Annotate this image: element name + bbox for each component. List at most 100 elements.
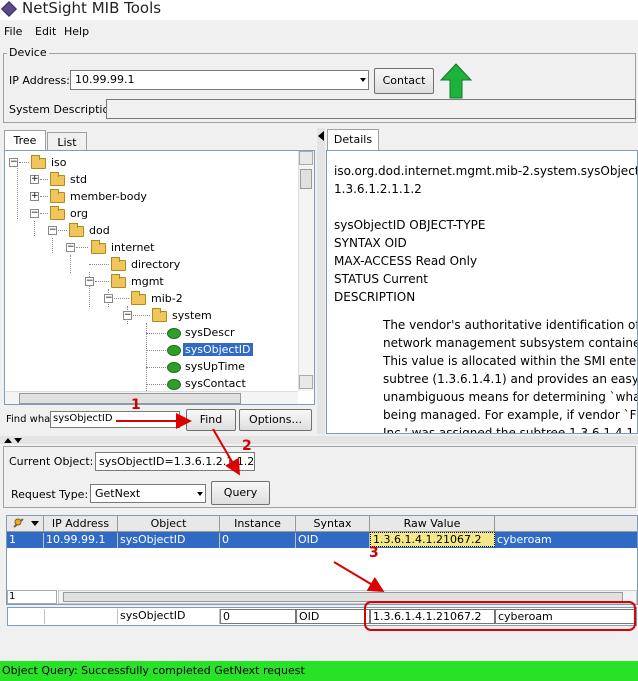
tab-list[interactable]: List — [47, 132, 87, 150]
tree-node-system[interactable]: − system — [5, 308, 305, 325]
tree-node-mgmt[interactable]: − mgmt — [5, 274, 305, 291]
mib-tree[interactable]: − iso + std + member-body − org − dod − … — [4, 150, 315, 405]
folder-icon — [111, 274, 126, 288]
tree-node-member-body[interactable]: + member-body — [5, 189, 305, 206]
column-object[interactable]: Object — [118, 516, 220, 532]
find-what-input[interactable]: sysObjectID — [50, 411, 180, 428]
folder-icon — [50, 172, 65, 186]
folder-icon — [152, 308, 167, 322]
cell-raw-value[interactable]: 1.3.6.1.4.1.21067.2 — [370, 532, 495, 547]
collapse-icon[interactable]: − — [104, 294, 113, 303]
tree-node-sysdescr[interactable]: sysDescr — [5, 325, 305, 342]
leaf-object-icon — [167, 362, 181, 373]
window-title: NetSight MIB Tools — [22, 0, 162, 17]
annotation-2: 2 — [242, 438, 252, 454]
description-line: The vendor's authoritative identificatio… — [383, 318, 638, 332]
request-type-combo[interactable]: GetNext — [90, 484, 206, 503]
up-arrow-icon[interactable] — [440, 63, 472, 99]
cell-instance: 0 — [220, 533, 296, 548]
tab-details[interactable]: Details — [327, 129, 379, 150]
splitter-arrows-icon[interactable] — [3, 437, 23, 444]
tab-tree[interactable]: Tree — [4, 130, 46, 150]
status-bar: Object Query: Successfully completed Get… — [0, 661, 638, 681]
tree-node-org[interactable]: − org — [5, 206, 305, 223]
tree-hscrollbar[interactable] — [5, 391, 298, 404]
details-line: sysObjectID OBJECT-TYPE — [334, 218, 486, 232]
query-button[interactable]: Query — [211, 481, 270, 505]
tree-label-std: std — [70, 173, 88, 186]
folder-icon — [50, 206, 65, 220]
detail-cell-syntax[interactable]: OID — [296, 609, 370, 624]
details-panel: iso.org.dod.internet.mgmt.mib-2.system.s… — [326, 150, 638, 434]
scroll-down-icon[interactable] — [299, 375, 313, 389]
folder-icon — [131, 291, 146, 305]
tree-node-directory[interactable]: directory — [5, 257, 305, 274]
tree-node-mib-2[interactable]: − mib-2 — [5, 291, 305, 308]
horizontal-splitter[interactable] — [0, 436, 638, 444]
column-ip-address[interactable]: IP Address — [44, 516, 118, 532]
expand-icon[interactable]: + — [30, 192, 39, 201]
leaf-object-icon — [167, 328, 181, 339]
column-instance[interactable]: Instance — [220, 516, 296, 532]
collapse-icon[interactable]: − — [48, 226, 57, 235]
tree-node-iso[interactable]: − iso — [5, 155, 305, 172]
tree-label-internet: internet — [111, 241, 155, 254]
options-button[interactable]: Options... — [239, 409, 312, 431]
tree-label-system: system — [172, 309, 212, 322]
menu-help[interactable]: Help — [64, 25, 89, 38]
folder-icon — [31, 155, 46, 169]
menu-edit[interactable]: Edit — [35, 25, 56, 38]
ip-address-combo[interactable]: 10.99.99.1 — [70, 70, 369, 90]
tree-label-dod: dod — [89, 224, 110, 237]
current-object-field[interactable]: sysObjectID=1.3.6.1.2.1.1.2 — [95, 452, 255, 471]
hscroll-thumb[interactable] — [19, 393, 241, 404]
grid-corner-menu[interactable] — [7, 516, 44, 532]
tree-label-sysdescr: sysDescr — [185, 326, 235, 339]
annotation-3: 3 — [369, 545, 379, 561]
expand-icon[interactable]: + — [30, 175, 39, 184]
tree-node-internet[interactable]: − internet — [5, 240, 305, 257]
tree-node-std[interactable]: + std — [5, 172, 305, 189]
column-raw-value[interactable]: Raw Value — [370, 516, 495, 532]
highlight-box — [364, 601, 636, 631]
detail-cell-instance[interactable]: 0 — [220, 609, 296, 624]
contact-button[interactable]: Contact — [374, 68, 434, 94]
filter-icon[interactable] — [10, 516, 40, 530]
details-line: 1.3.6.1.2.1.1.2 — [334, 182, 422, 196]
title-bar: NetSight MIB Tools — [0, 0, 638, 20]
scroll-up-icon[interactable] — [299, 151, 313, 165]
folder-icon — [111, 257, 126, 271]
description-line: Inc.' was assigned the subtree 1.3.6.1.4… — [383, 426, 638, 434]
tree-node-dod[interactable]: − dod — [5, 223, 305, 240]
current-object-label: Current Object: — [9, 455, 94, 468]
detail-cell-object: sysObjectID — [118, 609, 220, 624]
collapse-icon[interactable]: − — [123, 311, 132, 320]
cell-extra: cyberoam — [497, 533, 552, 546]
menu-file[interactable]: File — [4, 25, 22, 38]
cell-object: sysObjectID — [118, 533, 220, 548]
collapse-icon[interactable]: − — [85, 277, 94, 286]
description-line: network management subsystem contained i… — [383, 336, 638, 350]
system-description-field[interactable] — [106, 99, 636, 119]
tree-label-org: org — [70, 207, 89, 220]
details-line — [334, 198, 637, 216]
tree-node-sysobjectid[interactable]: sysObjectID — [5, 342, 305, 359]
tree-scrollbar[interactable] — [298, 151, 314, 391]
ip-address-label: IP Address: — [9, 74, 70, 87]
column-syntax[interactable]: Syntax — [296, 516, 370, 532]
request-type-value: GetNext — [95, 487, 141, 500]
collapse-icon[interactable]: − — [66, 243, 75, 252]
tree-node-sysuptime[interactable]: sysUpTime — [5, 359, 305, 376]
details-line: DESCRIPTION — [334, 290, 416, 304]
vertical-splitter[interactable] — [317, 128, 325, 434]
collapse-icon[interactable]: − — [9, 158, 18, 167]
request-type-label: Request Type: — [11, 488, 89, 501]
splitter-arrow-icon[interactable] — [317, 130, 325, 142]
detail-cell-ip — [44, 609, 118, 624]
find-button[interactable]: Find — [186, 409, 236, 431]
collapse-icon[interactable]: − — [30, 209, 39, 218]
description-line: This value is allocated within the SMI e… — [383, 354, 637, 368]
scroll-thumb[interactable] — [300, 169, 312, 189]
tree-label-member-body: member-body — [70, 190, 147, 203]
description-line: being managed. For example, if vendor `F… — [383, 408, 637, 422]
